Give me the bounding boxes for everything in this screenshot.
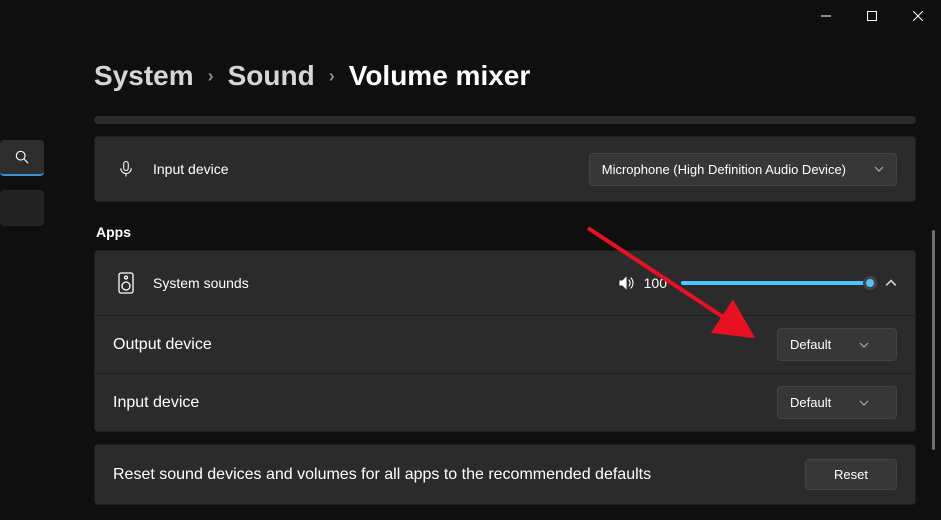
app-input-device-selected: Default [790,395,831,410]
app-output-device-row: Output device Default [95,315,915,373]
reset-card: Reset sound devices and volumes for all … [94,444,916,505]
breadcrumb-system[interactable]: System [94,60,194,92]
reset-description: Reset sound devices and volumes for all … [113,466,651,484]
output-device-dropdown[interactable]: Default [777,328,897,361]
microphone-icon [113,160,139,178]
app-system-sounds-card: System sounds 100 Output device Default [94,250,916,432]
search-icon [15,150,29,164]
input-device-dropdown[interactable]: Microphone (High Definition Audio Device… [589,153,897,186]
app-label: System sounds [153,275,249,291]
minimize-button[interactable] [803,0,849,32]
slider-thumb[interactable] [863,276,877,290]
chevron-down-icon [874,164,884,174]
output-device-selected: Default [790,337,831,352]
app-input-device-row: Input device Default [95,373,915,431]
volume-icon[interactable] [618,275,634,291]
sidebar [0,140,50,226]
reset-button[interactable]: Reset [805,459,897,490]
maximize-button[interactable] [849,0,895,32]
chevron-right-icon: › [329,66,335,87]
search-button[interactable] [0,140,44,176]
chevron-up-icon[interactable] [885,277,897,289]
speaker-device-icon [113,272,139,294]
chevron-right-icon: › [208,66,214,87]
scrollbar[interactable] [932,230,935,450]
breadcrumb: System › Sound › Volume mixer [94,60,916,92]
input-device-card: Input device Microphone (High Definition… [94,136,916,202]
volume-value: 100 [644,275,667,291]
sidebar-nav-item[interactable] [0,190,44,226]
chevron-down-icon [859,340,869,350]
output-device-label: Output device [113,336,212,354]
breadcrumb-sound[interactable]: Sound [228,60,315,92]
breadcrumb-current: Volume mixer [349,60,531,92]
app-system-sounds-header[interactable]: System sounds 100 [95,251,915,315]
collapsed-card-edge [94,116,916,124]
window-controls [803,0,941,32]
input-device-selected: Microphone (High Definition Audio Device… [602,162,846,177]
input-device-sub-label: Input device [113,394,199,412]
input-device-label: Input device [153,161,229,177]
apps-section-title: Apps [96,224,916,240]
close-button[interactable] [895,0,941,32]
chevron-down-icon [859,398,869,408]
app-input-device-dropdown[interactable]: Default [777,386,897,419]
volume-slider[interactable] [681,281,871,285]
